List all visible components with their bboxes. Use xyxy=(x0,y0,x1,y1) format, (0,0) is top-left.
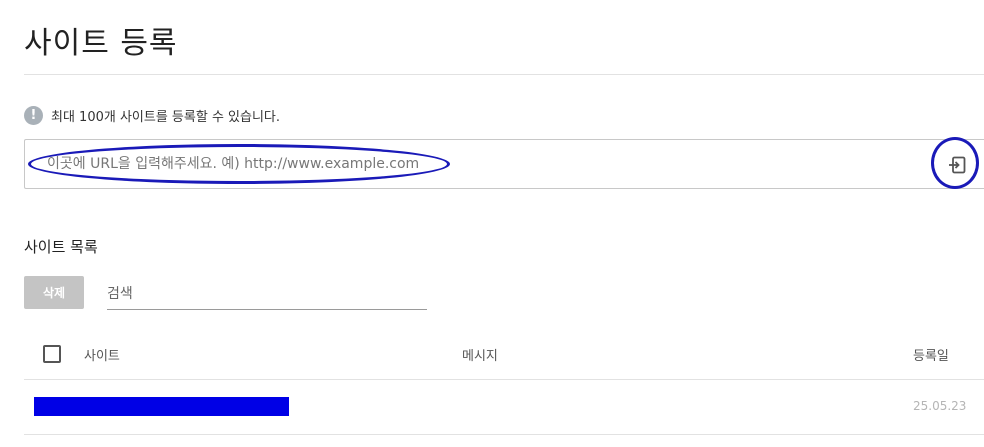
notice: ! 최대 100개 사이트를 등록할 수 있습니다. xyxy=(24,105,280,125)
enter-icon xyxy=(949,156,966,174)
redacted-site-url xyxy=(34,397,289,416)
notice-text: 최대 100개 사이트를 등록할 수 있습니다. xyxy=(51,109,281,125)
url-input-container xyxy=(24,139,984,189)
column-header-date[interactable]: 등록일 xyxy=(913,345,949,364)
info-icon: ! xyxy=(24,105,43,125)
table-row[interactable]: 25.05.23 xyxy=(24,381,984,435)
column-header-message[interactable]: 메시지 xyxy=(462,345,498,364)
table-header: 사이트 메시지 등록일 xyxy=(24,330,984,380)
title-divider xyxy=(24,74,984,75)
url-input[interactable] xyxy=(47,154,907,174)
site-list-title: 사이트 목록 xyxy=(24,238,98,256)
delete-button[interactable]: 삭제 xyxy=(24,276,84,309)
search-input[interactable] xyxy=(107,279,427,310)
page-title: 사이트 등록 xyxy=(24,26,178,61)
column-header-site[interactable]: 사이트 xyxy=(84,345,120,364)
select-all-checkbox[interactable] xyxy=(43,345,61,363)
row-date: 25.05.23 xyxy=(913,399,967,413)
register-url-button[interactable] xyxy=(944,152,970,178)
